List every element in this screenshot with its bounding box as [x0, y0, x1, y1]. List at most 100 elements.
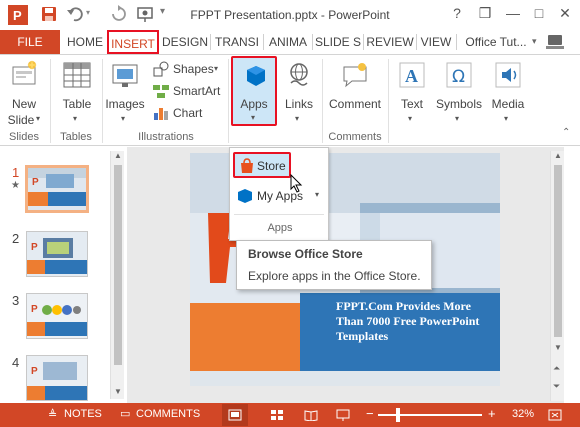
- minimize-button[interactable]: —: [500, 2, 526, 24]
- group-label-slides: Slides: [9, 131, 39, 143]
- user-avatar-icon[interactable]: [546, 33, 566, 51]
- group-divider: [102, 59, 103, 143]
- tab-slide-show[interactable]: SLIDE S: [314, 30, 362, 54]
- my-apps-label: My Apps: [257, 189, 304, 203]
- apps-group-label: Apps: [267, 222, 293, 234]
- store-label: Store: [257, 159, 286, 173]
- comment-button[interactable]: Comment: [326, 57, 384, 129]
- shapes-button[interactable]: Shapes ▾: [152, 60, 224, 78]
- svg-text:P: P: [32, 177, 39, 188]
- zoom-out-button[interactable]: −: [366, 406, 374, 421]
- reading-view-icon[interactable]: [304, 409, 318, 421]
- fit-slide-icon[interactable]: [548, 409, 562, 421]
- slide-thumbnail-4[interactable]: P: [26, 355, 88, 401]
- store-tooltip: Browse Office Store Explore apps in the …: [236, 240, 432, 290]
- svg-text:P: P: [31, 366, 38, 377]
- store-icon: [241, 158, 253, 173]
- collapse-ribbon-icon[interactable]: ⌃: [562, 127, 570, 138]
- tab-divider: [416, 34, 417, 50]
- symbols-dropdown-icon: ▾: [455, 114, 460, 123]
- text-button[interactable]: A Text ▾: [392, 57, 432, 129]
- account-name[interactable]: Office Tut...: [460, 30, 532, 54]
- tooltip-description: Explore apps in the Office Store.: [248, 269, 421, 283]
- svg-text:A: A: [405, 66, 418, 86]
- new-slide-icon: [10, 59, 38, 87]
- maximize-button[interactable]: □: [526, 2, 552, 24]
- title-bar: P ▾ ▾ FPPT Presentation.pptx - PowerPoin…: [0, 0, 580, 30]
- tooltip-title: Browse Office Store: [248, 247, 363, 261]
- media-dropdown-icon: ▾: [504, 114, 509, 123]
- ribbon-display-options-button[interactable]: ❒: [472, 2, 498, 24]
- slide-show-view-icon[interactable]: [336, 409, 350, 421]
- slides-pane-scrollbar[interactable]: ▲ ▼: [110, 151, 124, 399]
- zoom-level[interactable]: 32%: [512, 408, 534, 420]
- group-divider: [388, 59, 389, 143]
- scroll-down-icon[interactable]: ▼: [114, 387, 122, 396]
- close-button[interactable]: ✕: [552, 2, 578, 24]
- tab-file[interactable]: FILE: [0, 30, 60, 54]
- notes-button[interactable]: ≜ NOTES: [44, 403, 104, 427]
- store-menu-item[interactable]: Store: [233, 152, 291, 178]
- notes-label: NOTES: [64, 408, 102, 420]
- links-button[interactable]: Links ▾: [280, 57, 318, 129]
- slide-sorter-view-icon[interactable]: [270, 409, 284, 421]
- symbols-button[interactable]: Ω Symbols ▾: [434, 57, 484, 129]
- tab-animations[interactable]: ANIMA: [265, 30, 311, 54]
- tab-view[interactable]: VIEW: [418, 30, 454, 54]
- zoom-in-button[interactable]: +: [488, 406, 496, 421]
- help-button[interactable]: ?: [444, 2, 470, 24]
- tab-review[interactable]: REVIEW: [365, 30, 415, 54]
- new-slide-label-line2: Slide: [7, 113, 35, 127]
- table-icon: [62, 61, 92, 89]
- symbols-label: Symbols: [435, 97, 482, 111]
- canvas-scrollbar[interactable]: ▲ ▼ ⏶ ⏷: [550, 151, 564, 401]
- zoom-slider[interactable]: [378, 408, 482, 422]
- svg-text:Ω: Ω: [452, 67, 465, 87]
- table-dropdown-icon: ▾: [73, 114, 78, 123]
- chart-button[interactable]: Chart: [152, 104, 224, 122]
- slide-transition-star-icon: ★: [11, 180, 20, 191]
- next-slide-icon[interactable]: ⏷: [553, 381, 560, 392]
- scroll-thumb[interactable]: [554, 165, 562, 337]
- slide-title-text[interactable]: FPPT.Com Provides More Than 7000 Free Po…: [336, 299, 486, 344]
- table-button[interactable]: Table ▾: [56, 57, 98, 129]
- slide-number: 3: [12, 293, 20, 308]
- comments-button[interactable]: ▭ COMMENTS: [118, 403, 204, 427]
- account-dropdown-icon[interactable]: ▾: [532, 36, 537, 47]
- normal-view-button[interactable]: [222, 404, 248, 426]
- shapes-icon: [153, 61, 169, 77]
- tab-insert[interactable]: INSERT: [107, 30, 159, 54]
- new-slide-label-line1: New: [11, 97, 36, 111]
- svg-text:P: P: [31, 242, 38, 253]
- slide-thumbnail-2[interactable]: P: [26, 231, 88, 277]
- images-button[interactable]: Images ▾: [104, 57, 146, 129]
- chart-label: Chart: [173, 106, 203, 120]
- scroll-down-icon[interactable]: ▼: [554, 343, 562, 352]
- slides-pane: 1 ★ P 2 P 3 P 4 P ▲ ▼: [0, 147, 126, 403]
- apps-button[interactable]: Apps ▾: [231, 56, 277, 126]
- tab-design[interactable]: DESIGN: [161, 30, 209, 54]
- scroll-thumb[interactable]: [114, 165, 122, 365]
- apps-dropdown-menu: Store My Apps ▾ Apps: [229, 147, 329, 241]
- slide-thumbnail-3[interactable]: P: [26, 293, 88, 339]
- slide-thumbnail-1[interactable]: P: [25, 165, 89, 213]
- apps-icon: [244, 64, 268, 88]
- slide-number: 2: [12, 231, 20, 246]
- my-apps-icon: [238, 189, 252, 203]
- my-apps-menu-item[interactable]: My Apps ▾: [233, 184, 327, 208]
- scroll-up-icon[interactable]: ▲: [554, 151, 562, 160]
- new-slide-button[interactable]: New Slide ▾: [4, 57, 44, 129]
- text-dropdown-icon: ▾: [408, 114, 413, 123]
- notes-icon: ≜: [48, 409, 58, 421]
- tab-transitions[interactable]: TRANSI: [212, 30, 262, 54]
- new-slide-dropdown-icon: ▾: [36, 114, 41, 123]
- group-divider: [228, 59, 229, 143]
- smartart-button[interactable]: SmartArt: [152, 82, 224, 100]
- zoom-slider-thumb[interactable]: [396, 408, 400, 422]
- previous-slide-icon[interactable]: ⏶: [553, 363, 560, 374]
- svg-text:P: P: [31, 304, 38, 315]
- tab-home[interactable]: HOME: [66, 30, 104, 54]
- group-divider: [50, 59, 51, 143]
- scroll-up-icon[interactable]: ▲: [114, 151, 122, 160]
- media-button[interactable]: Media ▾: [486, 57, 530, 129]
